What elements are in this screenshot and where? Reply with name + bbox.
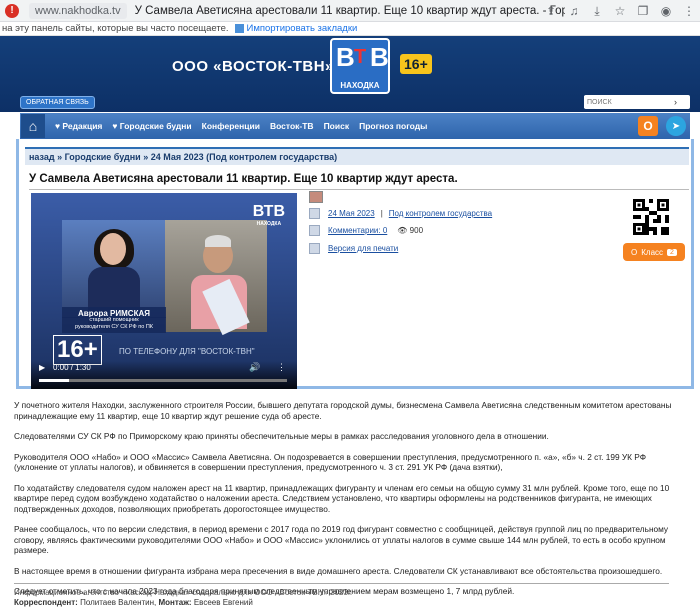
main-nav: ⌂ ♥ Редакция ♥ Городские будни Конференц…: [20, 113, 690, 139]
video-player[interactable]: Аврора РИМСКАЯ старший помощник руководи…: [31, 193, 297, 389]
paragraph: По ходатайству следователя судом наложен…: [14, 482, 670, 514]
profile-icon[interactable]: ◉: [659, 4, 673, 19]
volume-icon[interactable]: 🔊: [249, 362, 260, 373]
klass-label: Класс: [641, 247, 664, 257]
search-go-icon[interactable]: ›: [674, 97, 677, 107]
comments-row: Комментарии: 0 👁 900: [309, 225, 423, 236]
video-caption-role-1: старший помощник: [89, 317, 139, 323]
comments-link[interactable]: Комментарии: 0: [328, 226, 387, 235]
site-header: ООО «ВОСТОК-ТВН» В Т В НАХОДКА 16+ ОБРАТ…: [0, 36, 700, 112]
headphones-icon[interactable]: ♫: [567, 4, 581, 19]
footer-divider: [14, 583, 669, 584]
nav-item-redaktsiya[interactable]: ♥ Редакция: [55, 121, 102, 131]
calendar-icon: [309, 208, 320, 219]
browser-address-bar: ! www.nakhodka.tv У Самвела Аветисяна ар…: [0, 0, 700, 22]
logo-subtitle: НАХОДКА: [340, 81, 380, 90]
meta-separator: |: [380, 209, 383, 218]
print-version-link[interactable]: Версия для печати: [328, 244, 398, 253]
staff-credits: Корреспондент: Политаев Валентин, Монтаж…: [14, 598, 253, 607]
paragraph: У почетного жителя Находки, заслуженного…: [14, 400, 672, 421]
correspondent-name: Политаев Валентин,: [80, 598, 157, 607]
views-count: 👁 900: [397, 226, 424, 235]
import-bookmarks-link[interactable]: Импортировать закладки: [247, 23, 358, 34]
montage-label: Монтаж:: [158, 598, 192, 607]
search-box: ›: [584, 95, 690, 109]
comment-icon: [309, 225, 320, 236]
agency-credit: Информационное агентство «Каскад-Находка…: [14, 588, 353, 597]
nav-item-poisk[interactable]: Поиск: [324, 121, 350, 131]
bookmarks-hint: на эту панель сайты, которые вы часто по…: [2, 23, 229, 34]
search-input[interactable]: [584, 96, 674, 108]
title-divider: [29, 189, 689, 190]
url-text[interactable]: www.nakhodka.tv: [29, 2, 127, 19]
home-icon[interactable]: ⌂: [21, 114, 45, 138]
logo-letter-1: В: [336, 42, 355, 72]
odnoklassniki-class-button[interactable]: О Класс 2: [623, 243, 685, 261]
video-progress-bar[interactable]: [39, 379, 287, 382]
article-title: У Самвела Аветисяна арестовали 11 кварти…: [29, 173, 458, 185]
age-rating-badge: 16+: [400, 54, 432, 74]
category-link[interactable]: Под контролем государства: [389, 209, 492, 218]
paragraph: Следователями СУ СК РФ по Приморскому кр…: [14, 431, 549, 441]
logo-letter-2: Т: [354, 46, 367, 68]
vtv-logo[interactable]: В Т В НАХОДКА: [330, 38, 390, 94]
article-date-link[interactable]: 24 Мая 2023: [328, 209, 375, 218]
telegram-icon[interactable]: ➤: [666, 116, 686, 136]
video-caption-role: старший помощник руководителя СУ СК РФ п…: [62, 317, 166, 333]
article-frame: назад » Городские будни » 24 Мая 2023 (П…: [16, 139, 694, 389]
feedback-button[interactable]: ОБРАТНАЯ СВЯЗЬ: [20, 96, 95, 109]
nav-item-konferentsii[interactable]: Конференции: [202, 121, 260, 131]
klass-count: 2: [667, 248, 677, 256]
bookmark-star-icon[interactable]: ☆: [613, 4, 627, 19]
nav-item-gorodskie-budni[interactable]: ♥ Городские будни: [112, 121, 191, 131]
logo-letter-3: В: [370, 42, 389, 72]
play-icon[interactable]: ▶: [39, 363, 45, 372]
tabs-icon[interactable]: ❐: [636, 4, 650, 19]
video-logo-sub: НАХОДКА: [256, 221, 282, 227]
bookmarks-bar: на эту панель сайты, которые вы часто по…: [0, 22, 700, 36]
correspondent-label: Корреспондент:: [14, 598, 78, 607]
qr-code-icon: [633, 199, 669, 235]
page-root: ! www.nakhodka.tv У Самвела Аветисяна ар…: [0, 0, 700, 614]
ok-small-icon: О: [631, 247, 638, 257]
video-progress-fill: [39, 379, 69, 382]
odnoklassniki-icon[interactable]: О: [638, 116, 658, 136]
share-icon[interactable]: ⇪: [544, 4, 558, 19]
menu-icon[interactable]: ⋮: [682, 4, 696, 19]
date-row: 24 Мая 2023 | Под контролем государства: [309, 208, 492, 219]
page-tab-title: У Самвела Аветисяна арестовали 11 кварти…: [134, 4, 565, 17]
print-row: Версия для печати: [309, 243, 398, 254]
more-options-icon[interactable]: ⋮: [277, 362, 286, 373]
not-secure-warning-icon[interactable]: !: [5, 3, 19, 18]
nav-item-prognoz-pogody[interactable]: Прогноз погоды: [359, 121, 427, 131]
download-icon[interactable]: ⤓: [590, 4, 604, 19]
video-phone-banner: ПО ТЕЛЕФОНУ ДЛЯ "ВОСТОК-ТВН": [119, 347, 255, 356]
bookmark-folder-icon: [234, 24, 244, 33]
printer-icon: [309, 243, 320, 254]
company-name: ООО «ВОСТОК-ТВН»: [172, 58, 334, 75]
paragraph: Руководителя ООО «Набо» и ООО «Массис» С…: [14, 451, 647, 473]
paragraph: В настоящее время в отношении фигуранта …: [14, 565, 663, 576]
video-controls: ▶ 0:00 / 1:30 🔊 ⋮: [31, 361, 297, 389]
nav-item-vostok-tv[interactable]: Восток-ТВ: [270, 121, 314, 131]
author-thumbnail[interactable]: [309, 191, 323, 203]
video-channel-logo: ВТВ НАХОДКА: [253, 203, 285, 227]
video-caption-role-2: руководителя СУ СК РФ по ПК: [75, 324, 153, 330]
article-body: У почетного жителя Находки, заслуженного…: [14, 400, 686, 607]
video-time: 0:00 / 1:30: [53, 363, 91, 372]
browser-toolbar-icons: ⇪ ♫ ⤓ ☆ ❐ ◉ ⋮: [544, 4, 696, 19]
video-logo-text: ВТВ: [252, 203, 285, 220]
montage-name: Евсеев Евгений: [193, 598, 253, 607]
paragraph: Ранее сообщалось, что по версии следстви…: [14, 524, 669, 555]
breadcrumb[interactable]: назад » Городские будни » 24 Мая 2023 (П…: [25, 147, 689, 165]
views-value: 900: [409, 226, 424, 235]
